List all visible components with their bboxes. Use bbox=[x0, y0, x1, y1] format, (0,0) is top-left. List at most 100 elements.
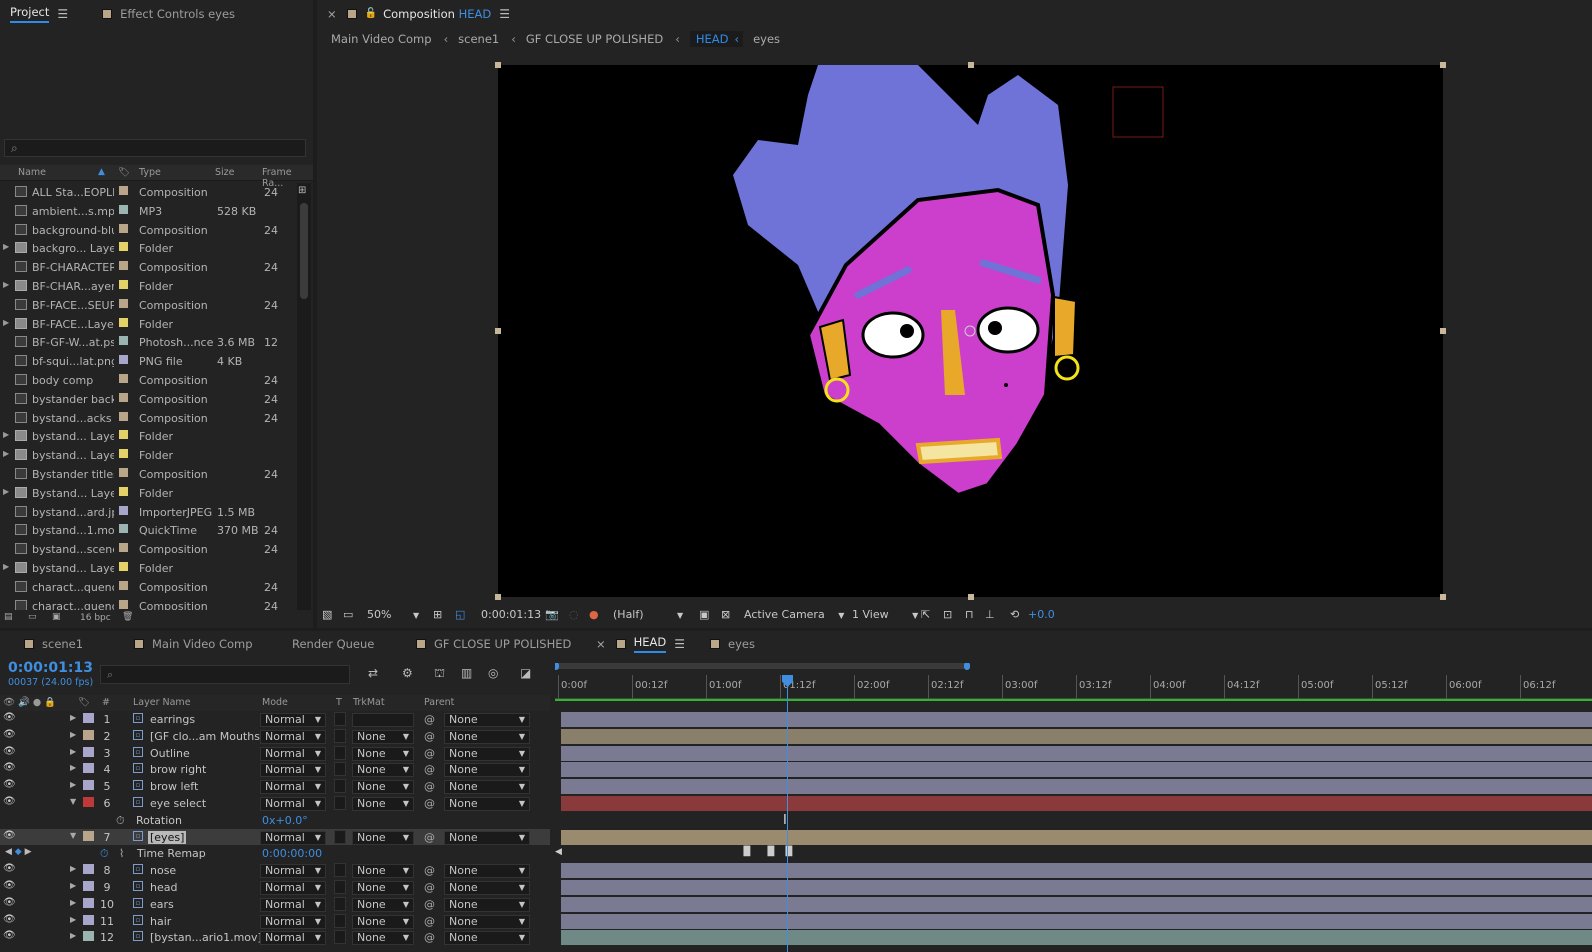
project-item[interactable]: BF-CHARACTER Composition 24 bbox=[0, 258, 296, 277]
layer-duration-bar[interactable] bbox=[558, 761, 1592, 778]
label-color-swatch[interactable] bbox=[83, 780, 94, 791]
trkmat-dropdown[interactable]: None ▼ bbox=[352, 763, 414, 778]
project-item[interactable]: charact...quenceComposition24 bbox=[0, 597, 296, 611]
breadcrumb-head[interactable]: HEAD bbox=[689, 31, 735, 47]
layer-bar-fill[interactable] bbox=[561, 930, 1592, 946]
reset-exposure-icon[interactable]: ⟲ bbox=[1010, 608, 1019, 621]
pick-whip-icon[interactable]: @ bbox=[424, 763, 435, 776]
project-item[interactable]: ▶ BF-FACE...Layers Folder bbox=[0, 315, 296, 334]
layer-name[interactable]: [bystan...ario1.mov] bbox=[148, 931, 264, 944]
eye-icon[interactable]: 👁 bbox=[3, 796, 16, 806]
layer-duration-bar[interactable] bbox=[558, 728, 1592, 745]
label-color-swatch[interactable] bbox=[119, 505, 128, 515]
frame-blending-icon[interactable]: ▥ bbox=[461, 666, 472, 680]
label-color-swatch[interactable] bbox=[119, 317, 128, 327]
label-color-swatch[interactable] bbox=[119, 261, 128, 271]
view-layout-dropdown[interactable]: 1 View ▼ bbox=[852, 608, 918, 621]
new-composition-icon[interactable]: ▣ bbox=[52, 612, 61, 622]
layer-bar-fill[interactable] bbox=[561, 795, 1592, 811]
label-color-swatch[interactable] bbox=[119, 392, 128, 402]
project-item[interactable]: BF-GF-W...at.psd Photosh...nce 3.6 MB 12 bbox=[0, 333, 296, 352]
panel-menu-icon[interactable]: ☰ bbox=[499, 7, 510, 21]
mode-dropdown[interactable]: Normal ▼ bbox=[260, 914, 326, 929]
fast-previews-icon[interactable]: ▣ bbox=[699, 608, 709, 621]
label-color-swatch[interactable] bbox=[119, 580, 128, 590]
eye-icon[interactable]: 👁 bbox=[3, 713, 16, 723]
expand-triangle-icon[interactable]: ▶ bbox=[3, 280, 9, 289]
eye-icon[interactable]: 👁 bbox=[3, 746, 16, 756]
flowchart-icon[interactable]: ⊞ bbox=[298, 185, 306, 196]
transparency-grid-icon[interactable]: ⊠ bbox=[721, 608, 730, 621]
project-item[interactable]: body comp Composition 24 bbox=[0, 371, 296, 390]
layer-duration-bar[interactable] bbox=[558, 711, 1592, 728]
region-of-interest-icon[interactable]: ◱ bbox=[455, 608, 465, 621]
label-color-swatch[interactable] bbox=[119, 223, 128, 233]
layer-name[interactable]: [GF clo...am Mouths] bbox=[148, 730, 266, 743]
mode-dropdown[interactable]: Normal ▼ bbox=[260, 763, 326, 778]
expand-triangle-icon[interactable]: ▶ bbox=[70, 763, 76, 772]
transform-handle[interactable] bbox=[495, 328, 501, 334]
label-color-swatch[interactable] bbox=[83, 713, 94, 723]
eye-icon[interactable]: 👁 bbox=[3, 864, 16, 874]
scrollbar-thumb[interactable] bbox=[300, 203, 308, 299]
expand-triangle-icon[interactable]: ▶ bbox=[3, 487, 9, 496]
layer-row[interactable]: 👁 ▶ 4 ▫ brow right Normal ▼ None ▼ @ None ▼ bbox=[0, 761, 550, 778]
trkmat-dropdown[interactable] bbox=[352, 713, 414, 727]
keyframe-marker[interactable]: ▐▌ bbox=[764, 847, 778, 857]
label-color-swatch[interactable] bbox=[119, 430, 128, 440]
mode-dropdown[interactable]: Normal ▼ bbox=[260, 729, 326, 744]
layer-bar-fill[interactable] bbox=[561, 762, 1592, 778]
label-tag-icon[interactable]: 🏷 bbox=[118, 167, 130, 178]
panel-menu-icon[interactable]: ☰ bbox=[674, 637, 685, 651]
keyframe-nav-icon[interactable]: ◀ ◆ ▶ bbox=[5, 847, 32, 857]
pick-whip-icon[interactable]: @ bbox=[424, 931, 435, 944]
label-color-swatch[interactable] bbox=[119, 336, 128, 346]
property-value[interactable]: 0x+0.0° bbox=[262, 814, 308, 827]
breadcrumb-gf-close-up[interactable]: GF CLOSE UP POLISHED bbox=[526, 32, 663, 46]
eye-icon[interactable]: 👁 bbox=[3, 897, 16, 907]
layer-row[interactable]: 👁 ▶ 5 ▫ brow left Normal ▼ None ▼ @ None ▼ bbox=[0, 778, 550, 795]
label-color-swatch[interactable] bbox=[119, 355, 128, 365]
project-item[interactable]: bf-squi...lat.png PNG file 4 KB bbox=[0, 352, 296, 371]
expand-triangle-icon[interactable]: ▶ bbox=[70, 881, 76, 890]
expand-triangle-icon[interactable]: ▶ bbox=[3, 430, 9, 439]
always-preview-icon[interactable]: ▧ bbox=[322, 608, 332, 621]
timeline-tab[interactable]: GF CLOSE UP POLISHED bbox=[406, 631, 581, 657]
layer-bar-fill[interactable] bbox=[561, 829, 1592, 845]
toggle-pixel-aspect-icon[interactable]: ⇱ bbox=[921, 608, 930, 621]
expand-triangle-icon[interactable]: ▶ bbox=[70, 864, 76, 873]
label-color-swatch[interactable] bbox=[83, 864, 94, 875]
layer-row[interactable]: 👁 ▶ 12 ▫ [bystan...ario1.mov] Normal ▼ None ▼ @ No… bbox=[0, 929, 550, 946]
mode-dropdown[interactable]: Normal ▼ bbox=[260, 796, 326, 811]
layer-row[interactable]: 👁 ▼ 7 ▫ [eyes] Normal ▼ None ▼ @ None ▼ bbox=[0, 828, 550, 846]
eye-icon[interactable]: 👁 bbox=[3, 729, 16, 739]
layer-row[interactable]: 👁 ▶ 2 ▫ [GF clo...am Mouths] Normal ▼ None ▼ @ Non… bbox=[0, 728, 550, 745]
label-color-swatch[interactable] bbox=[119, 561, 128, 571]
expand-triangle-icon[interactable]: ▶ bbox=[70, 898, 76, 907]
bpc-label[interactable]: 16 bpc bbox=[80, 613, 111, 623]
project-item[interactable]: bystand...acks 2 Composition 24 bbox=[0, 409, 296, 428]
preserve-transparency-checkbox[interactable] bbox=[334, 863, 346, 878]
col-layer-name-header[interactable]: Layer Name bbox=[133, 697, 191, 708]
close-icon[interactable]: × bbox=[596, 637, 606, 651]
timeline-track-area[interactable]: 0:00f 00:12f 01:00f 01:12f 02:00f 02:12f 03:00… bbox=[555, 663, 1592, 952]
layer-name[interactable]: Outline bbox=[148, 747, 192, 760]
project-item[interactable]: bystand...ard.jpg ImporterJPEG 1.5 MB bbox=[0, 503, 296, 522]
trkmat-dropdown[interactable]: None ▼ bbox=[352, 880, 414, 895]
label-color-swatch[interactable] bbox=[83, 830, 94, 841]
project-item[interactable]: charact...quenceComposition24 bbox=[0, 578, 296, 597]
col-trkmat-header[interactable]: TrkMat bbox=[353, 697, 385, 708]
pick-whip-icon[interactable]: @ bbox=[424, 780, 435, 793]
trkmat-dropdown[interactable]: None ▼ bbox=[352, 897, 414, 912]
project-item[interactable]: Bystander titles Composition 24 bbox=[0, 465, 296, 484]
project-item[interactable]: ▶ bystand... Layers Folder bbox=[0, 446, 296, 465]
label-color-swatch[interactable] bbox=[83, 931, 94, 942]
time-ruler[interactable]: 0:00f 00:12f 01:00f 01:12f 02:00f 02:12f 03:00… bbox=[555, 675, 1592, 701]
pick-whip-icon[interactable]: @ bbox=[424, 797, 435, 810]
label-color-swatch[interactable] bbox=[83, 729, 94, 740]
parent-dropdown[interactable]: None ▼ bbox=[444, 796, 530, 811]
parent-dropdown[interactable]: None ▼ bbox=[444, 780, 530, 795]
pick-whip-icon[interactable]: @ bbox=[424, 881, 435, 894]
show-snapshot-icon[interactable]: ◌ bbox=[569, 608, 579, 621]
layer-row[interactable]: 👁 ▼ 6 ▫ eye select Normal ▼ None ▼ @ None ▼ bbox=[0, 795, 550, 812]
